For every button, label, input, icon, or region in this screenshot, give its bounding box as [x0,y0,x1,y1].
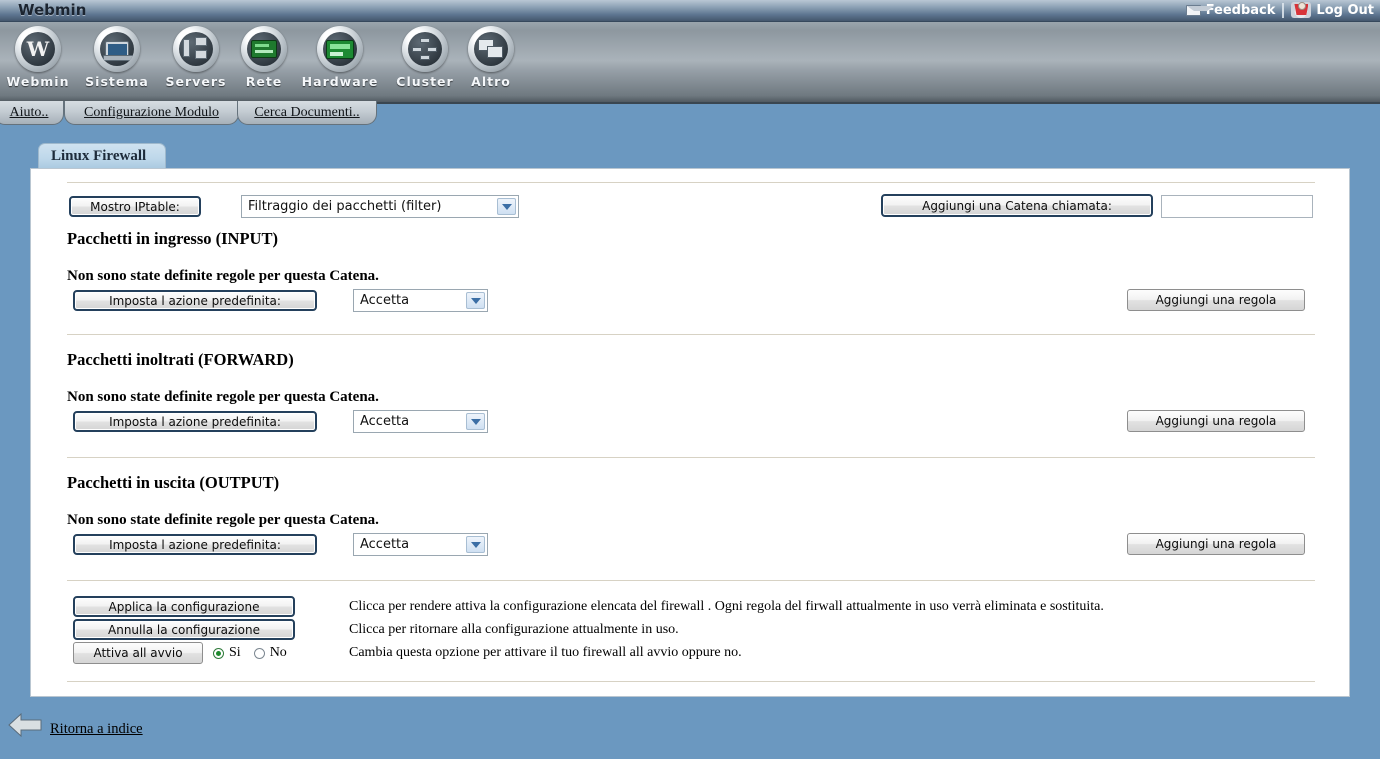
cluster-icon [402,26,448,72]
network-icon [241,26,287,72]
logout-button[interactable]: Log Out [1291,2,1374,18]
page-tab-linux-firewall[interactable]: Linux Firewall [38,143,166,169]
set-default-action-button[interactable]: Imposta l azione predefinita: [73,411,317,432]
policy-select[interactable]: Accetta [353,533,488,556]
add-rule-button[interactable]: Aggiungi una regola [1127,533,1305,555]
servers-icon [173,26,219,72]
apply-configuration-description: Clicca per rendere attiva la configurazi… [349,599,1104,614]
search-docs-tab[interactable]: Cerca Documenti.. [237,101,377,125]
apply-configuration-button[interactable]: Applica la configurazione [73,596,295,617]
policy-select[interactable]: Accetta [353,410,488,433]
chain-title: Pacchetti in ingresso (INPUT) [67,229,278,248]
feedback-label: Feedback [1205,2,1276,18]
titlebar-divider [1282,2,1285,18]
category-label: Altro [471,74,511,89]
chevron-down-icon [466,292,485,309]
feedback-button[interactable]: Feedback [1185,2,1276,18]
add-rule-button[interactable]: Aggiungi una regola [1127,410,1305,432]
add-chain-input[interactable] [1161,195,1313,218]
chain-section-output: Pacchetti in uscita (OUTPUT) Non sono st… [67,458,1315,580]
table-toolbar-row: Mostro IPtable: Filtraggio dei pacchetti… [67,183,1315,227]
window-title: Webmin [18,1,87,19]
webmin-icon: W [15,26,61,72]
boot-radio-no[interactable] [253,647,265,659]
category-label: Hardware [301,74,379,89]
help-tab[interactable]: Aiuto.. [0,101,64,125]
chevron-down-icon [466,413,485,430]
search-docs-tab-label: Cerca Documenti.. [254,104,360,120]
iptable-select[interactable]: Filtraggio dei pacchetti (filter) [241,195,519,218]
hardware-icon [317,26,363,72]
set-default-action-button[interactable]: Imposta l azione predefinita: [73,534,317,555]
back-arrow-icon [8,712,42,738]
module-config-tab[interactable]: Configurazione Modulo [64,101,239,125]
others-icon [468,26,514,72]
boot-radio-yes-label: Si [229,645,241,660]
policy-select-value: Accetta [360,414,410,429]
window-titlebar: Webmin Feedback Log Out [0,0,1380,22]
module-config-tab-label: Configurazione Modulo [84,104,219,120]
chain-section-forward: Pacchetti inoltrati (FORWARD) Non sono s… [67,335,1315,457]
policy-select-value: Accetta [360,293,410,308]
envelope-icon [1185,4,1214,16]
category-altro[interactable]: Altro [443,26,539,89]
page-footer: Ritorna a indice [0,700,1380,759]
chain-section-input: Pacchetti in ingresso (INPUT) Non sono s… [67,227,1315,334]
policy-select-value: Accetta [360,537,410,552]
cancel-configuration-button[interactable]: Annulla la configurazione [73,619,295,640]
page-tab-label: Linux Firewall [51,148,147,164]
category-toolbar: W Webmin Sistema Servers Rete Hardware C… [0,22,1380,104]
module-action-tabs: Aiuto.. Configurazione Modulo Cerca Docu… [0,101,1380,127]
chain-empty-note: Non sono state definite regole per quest… [67,512,379,528]
titlebar-actions: Feedback Log Out [1185,2,1374,18]
iptable-select-value: Filtraggio dei pacchetti (filter) [248,199,442,214]
category-hardware[interactable]: Hardware [292,26,388,89]
help-tab-label: Aiuto.. [9,104,49,120]
add-rule-button[interactable]: Aggiungi una regola [1127,289,1305,311]
set-default-action-button[interactable]: Imposta l azione predefinita: [73,290,317,311]
show-iptable-button[interactable]: Mostro IPtable: [69,196,201,217]
system-icon [94,26,140,72]
chain-empty-note: Non sono state definite regole per quest… [67,268,379,284]
chain-title: Pacchetti inoltrati (FORWARD) [67,350,294,369]
policy-select[interactable]: Accetta [353,289,488,312]
logout-icon [1291,2,1312,18]
main-panel: Mostro IPtable: Filtraggio dei pacchetti… [30,168,1350,697]
logout-label: Log Out [1316,2,1374,18]
boot-radio-no-label: No [269,645,287,660]
actions-section: Applica la configurazione Clicca per ren… [67,581,1315,681]
activate-at-boot-description: Cambia questa opzione per attivare il tu… [349,645,742,660]
chain-title: Pacchetti in uscita (OUTPUT) [67,473,280,492]
activate-at-boot-button[interactable]: Attiva all avvio [73,642,203,664]
chevron-down-icon [497,198,516,215]
chevron-down-icon [466,536,485,553]
panel-content: Mostro IPtable: Filtraggio dei pacchetti… [67,182,1315,682]
boot-radio-yes[interactable] [213,647,224,659]
boot-radio-group: Si No [213,645,287,661]
cancel-configuration-description: Clicca per ritornare alla configurazione… [349,622,679,637]
chain-empty-note: Non sono state definite regole per quest… [67,389,379,405]
add-chain-button[interactable]: Aggiungi una Catena chiamata: [881,194,1153,217]
divider-bottom [67,681,1315,682]
back-to-index-link[interactable]: Ritorna a indice [50,721,143,738]
